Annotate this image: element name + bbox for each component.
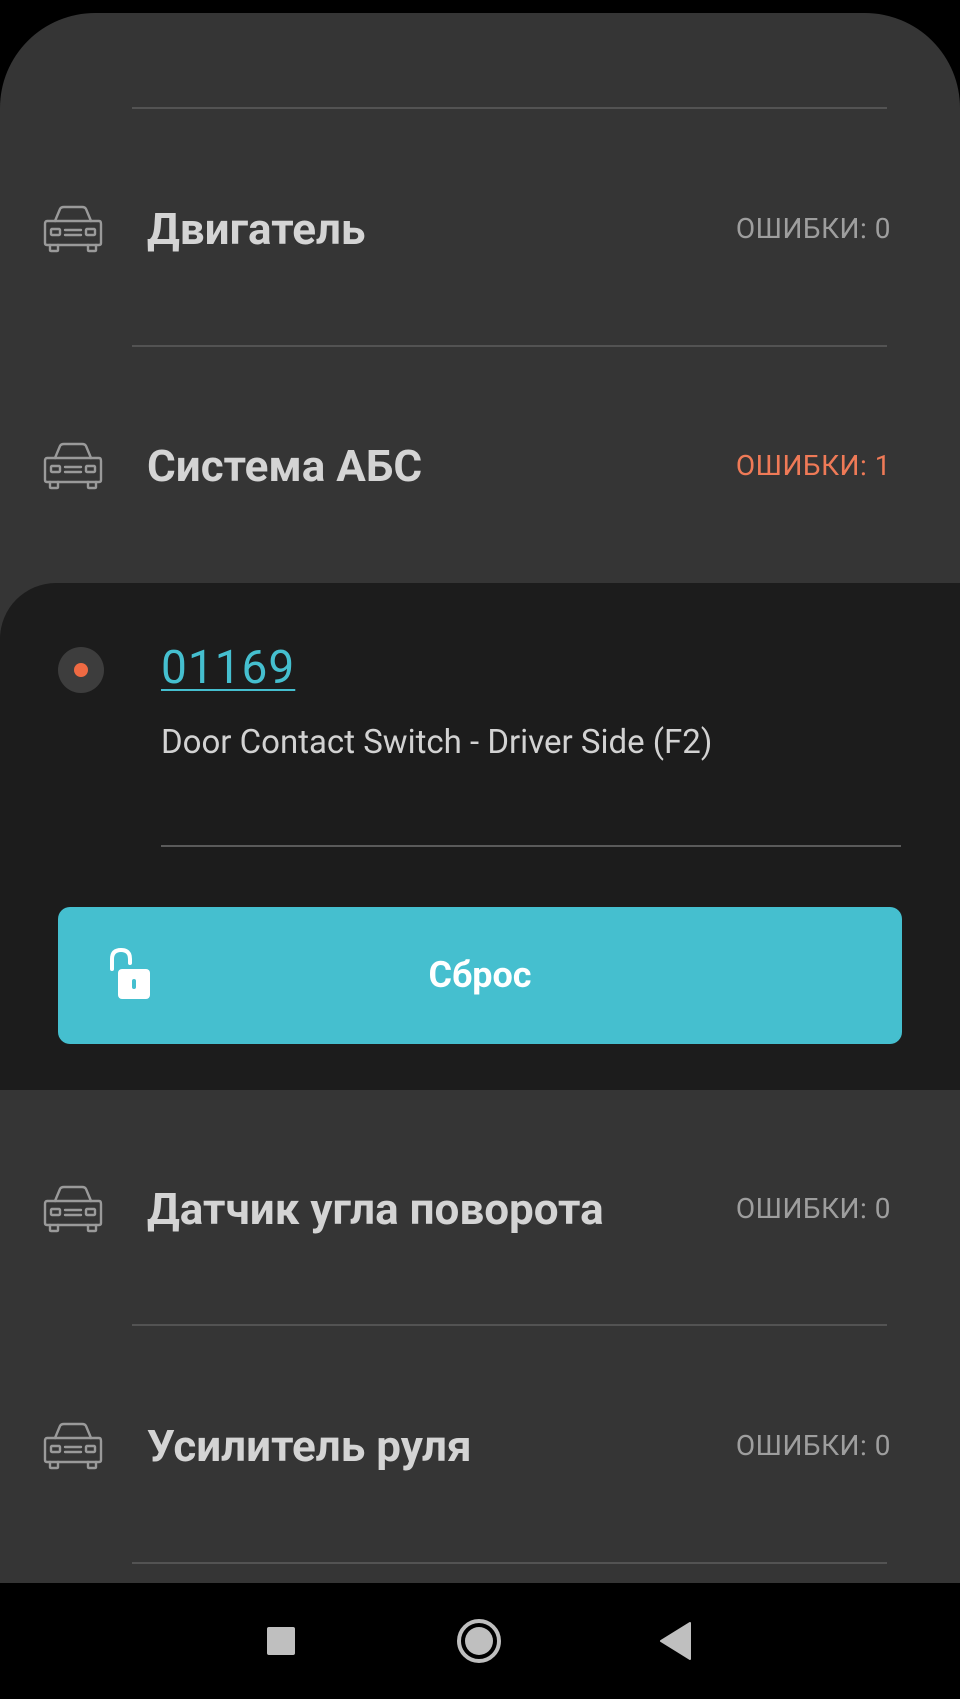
module-title: Система АБС xyxy=(147,440,423,492)
module-list-sheet: Двигатель ОШИБКИ: 0 Система АБС ОШИБКИ: xyxy=(0,13,960,1583)
status-dot xyxy=(74,663,88,677)
circle-home-icon[interactable] xyxy=(439,1601,519,1681)
module-title: Усилитель руля xyxy=(147,1420,472,1472)
fault-detail-panel: 01169 Door Contact Switch - Driver Side … xyxy=(0,583,960,1090)
module-title: Датчик угла поворота xyxy=(147,1183,604,1235)
car-icon xyxy=(43,442,103,490)
divider xyxy=(132,1562,887,1564)
divider xyxy=(161,845,901,847)
system-navigation-bar xyxy=(0,1583,960,1699)
reset-button-label: Сброс xyxy=(428,954,532,996)
divider xyxy=(132,345,887,347)
fault-code-link[interactable]: 01169 xyxy=(161,633,295,703)
module-row-power-steering[interactable]: Усилитель руля ОШИБКИ: 0 xyxy=(0,1396,960,1496)
error-count: ОШИБКИ: 1 xyxy=(735,449,891,482)
error-count: ОШИБКИ: 0 xyxy=(735,1192,891,1225)
divider xyxy=(132,1324,887,1326)
car-icon xyxy=(43,205,103,253)
car-icon xyxy=(43,1422,103,1470)
module-row-engine[interactable]: Двигатель ОШИБКИ: 0 xyxy=(0,179,960,279)
square-recents-icon[interactable] xyxy=(241,1601,321,1681)
car-icon xyxy=(43,1185,103,1233)
divider xyxy=(132,107,887,109)
reset-button[interactable]: Сброс xyxy=(58,907,902,1044)
screen: Двигатель ОШИБКИ: 0 Система АБС ОШИБКИ: xyxy=(0,0,960,1699)
status-dot-icon xyxy=(58,647,104,693)
module-title: Двигатель xyxy=(147,203,366,255)
module-row-abs[interactable]: Система АБС ОШИБКИ: 1 xyxy=(0,416,960,516)
error-count: ОШИБКИ: 0 xyxy=(735,212,891,245)
error-count: ОШИБКИ: 0 xyxy=(735,1429,891,1462)
triangle-back-icon[interactable] xyxy=(636,1601,716,1681)
fault-description: Door Contact Switch - Driver Side (F2) xyxy=(161,723,713,762)
module-row-steering-angle-sensor[interactable]: Датчик угла поворота ОШИБКИ: 0 xyxy=(0,1159,960,1259)
